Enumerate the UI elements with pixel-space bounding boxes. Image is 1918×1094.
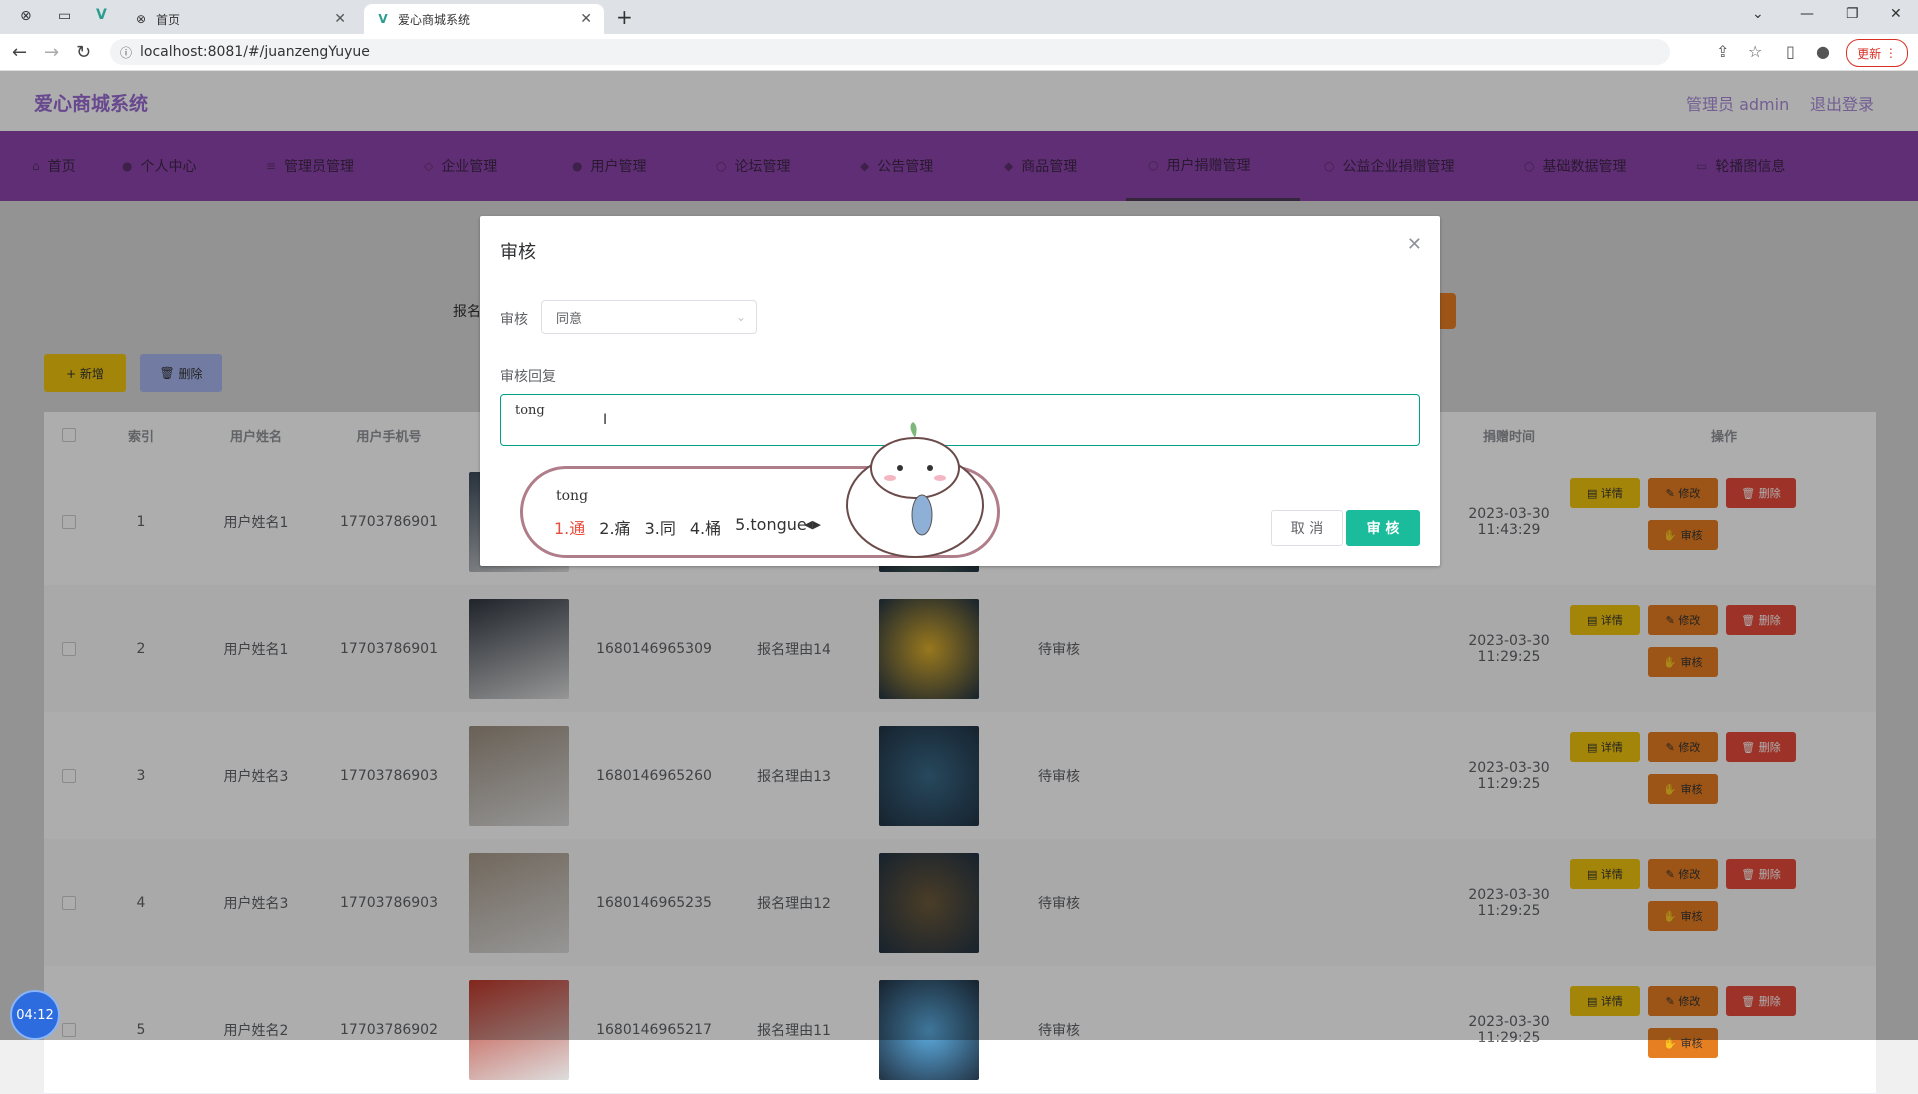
forward-icon[interactable]: → [44, 42, 59, 63]
reload-icon[interactable]: ↻ [76, 42, 91, 63]
new-tab-button[interactable]: + [616, 5, 633, 29]
url-text: localhost:8081/#/juanzengYuyue [140, 44, 370, 60]
minimize-icon[interactable]: — [1800, 6, 1814, 22]
ime-candidate[interactable]: 5.tongue [735, 515, 807, 539]
vue-tab-icon[interactable]: V [96, 7, 107, 23]
ime-page-arrows-icon[interactable]: ◀▶ [804, 518, 821, 531]
audit-select-value: 同意 [556, 311, 583, 327]
url-field[interactable]: ⓘ localhost:8081/#/juanzengYuyue [110, 39, 1670, 65]
text-cursor-icon: I [603, 412, 608, 428]
vue-icon: V [378, 12, 388, 26]
tab-search-icon[interactable]: ⌄ [1752, 6, 1764, 22]
star-icon[interactable]: ☆ [1748, 42, 1762, 61]
ime-candidates: 1.通 2.痛 3.同 4.桶 5.tongue [554, 515, 807, 539]
audit-select[interactable]: 同意 ⌄ [541, 300, 757, 334]
info-icon: ⓘ [120, 45, 133, 60]
tab-close-icon[interactable]: ✕ [580, 11, 592, 27]
profile-icon[interactable]: ● [1816, 42, 1830, 61]
reply-label: 审核回复 [500, 369, 556, 385]
update-label: 更新 [1857, 46, 1882, 61]
chrome-icon[interactable]: ⊗ [20, 8, 32, 24]
update-button[interactable]: 更新 ⋮ [1846, 39, 1908, 67]
restore-icon[interactable]: ❐ [1846, 6, 1859, 22]
chevron-down-icon: ⌄ [735, 310, 746, 324]
audit-label: 审核 [500, 312, 528, 328]
tab-home[interactable]: ⊗ 首页 ✕ [122, 4, 358, 34]
ime-candidate[interactable]: 4.桶 [690, 515, 721, 539]
ime-composition: tong [556, 488, 589, 504]
tab-home-label: 首页 [156, 12, 181, 27]
confirm-audit-button[interactable]: 审 核 [1346, 510, 1420, 546]
dialog-title: 审核 [500, 242, 536, 263]
address-bar: ← → ↻ ⓘ localhost:8081/#/juanzengYuyue ⇪… [0, 34, 1918, 71]
tab-active-label: 爱心商城系统 [398, 12, 471, 27]
tab-close-icon[interactable]: ✕ [334, 11, 346, 27]
ime-candidate[interactable]: 2.痛 [599, 515, 630, 539]
ime-candidate[interactable]: 1.通 [554, 515, 585, 539]
ime-mascot-icon [846, 422, 984, 558]
ime-candidate[interactable]: 3.同 [645, 515, 676, 539]
close-window-icon[interactable]: ✕ [1890, 6, 1902, 22]
tab-active[interactable]: V 爱心商城系统 ✕ [364, 4, 604, 34]
sidepanel-icon[interactable]: ▯ [1786, 42, 1795, 61]
globe-icon: ⊗ [135, 12, 147, 26]
back-icon[interactable]: ← [12, 42, 27, 63]
screen-recorder-timer[interactable]: 04:12 [10, 990, 60, 1040]
share-icon[interactable]: ⇪ [1716, 42, 1729, 61]
close-icon[interactable]: ✕ [1407, 234, 1422, 255]
cancel-button[interactable]: 取 消 [1271, 510, 1343, 546]
browser-tabbar: ⊗ ▭ V ⊗ 首页 ✕ V 爱心商城系统 ✕ + ⌄ — ❐ ✕ [0, 0, 1918, 34]
tab-icon-blank[interactable]: ▭ [58, 8, 71, 24]
